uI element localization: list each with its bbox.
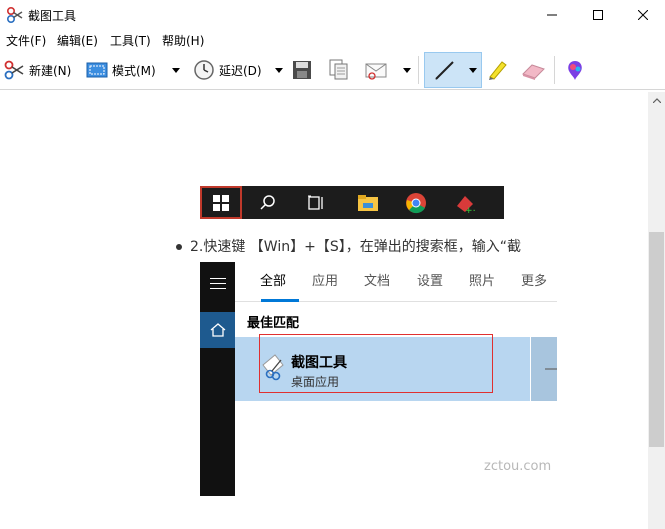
toolbar-divider bbox=[554, 56, 555, 84]
send-snip-button[interactable] bbox=[364, 56, 388, 84]
window-title: 截图工具 bbox=[28, 9, 77, 23]
minimize-icon bbox=[547, 14, 557, 16]
tab-more: 更多 bbox=[521, 274, 548, 289]
home-button bbox=[200, 312, 235, 348]
highlight-box bbox=[259, 334, 493, 393]
highlighter-button[interactable] bbox=[486, 56, 508, 84]
menu-help[interactable]: 帮助(H) bbox=[162, 32, 204, 49]
search-icon bbox=[260, 194, 275, 210]
mode-button[interactable]: 模式(M) bbox=[86, 56, 156, 84]
new-button[interactable]: 新建(N) bbox=[3, 56, 71, 84]
chevron-down-icon bbox=[172, 67, 180, 73]
delay-button-label: 延迟(D) bbox=[219, 63, 262, 78]
scroll-thumb[interactable] bbox=[649, 232, 664, 447]
close-icon bbox=[638, 10, 648, 20]
taskbar-task-view bbox=[296, 186, 336, 219]
taskbar-chrome bbox=[396, 186, 436, 219]
menu-bar: 文件(F) 编辑(E) 工具(T) 帮助(H) bbox=[0, 30, 665, 50]
tab-all: 全部 bbox=[260, 274, 287, 289]
home-icon bbox=[210, 323, 225, 337]
maximize-icon bbox=[593, 10, 603, 20]
captured-taskbar: ++ bbox=[200, 186, 504, 219]
scroll-up-button[interactable] bbox=[648, 92, 665, 109]
eraser-icon bbox=[522, 64, 545, 80]
eraser-button[interactable] bbox=[520, 56, 546, 84]
hamburger-icon bbox=[210, 278, 226, 290]
arrow-right-icon bbox=[545, 368, 557, 370]
windows-logo-icon bbox=[213, 194, 229, 211]
best-match-heading: 最佳匹配 bbox=[247, 316, 300, 331]
vertical-scrollbar[interactable] bbox=[648, 92, 665, 529]
new-snip-icon bbox=[4, 60, 24, 80]
chrome-icon bbox=[406, 192, 426, 213]
close-button[interactable] bbox=[620, 0, 665, 30]
chevron-down-icon[interactable] bbox=[469, 68, 477, 73]
active-tab-indicator bbox=[261, 299, 299, 302]
toolbar-divider bbox=[418, 56, 419, 84]
tab-photos: 照片 bbox=[469, 274, 496, 289]
envelope-icon bbox=[365, 63, 387, 80]
task-view-icon bbox=[308, 195, 323, 210]
copy-button[interactable] bbox=[329, 56, 349, 84]
instruction-text: 2.快速键 【Win】+【S】，在弹出的搜索框，输入“截 bbox=[176, 236, 571, 256]
delay-button[interactable]: 延迟(D) bbox=[193, 56, 262, 84]
delay-dropdown[interactable] bbox=[273, 56, 285, 84]
rectangle-mode-icon bbox=[86, 62, 108, 78]
title-bar: 截图工具 bbox=[0, 0, 665, 30]
pen-icon bbox=[435, 61, 454, 80]
paint3d-button[interactable] bbox=[565, 56, 585, 84]
tab-settings: 设置 bbox=[417, 274, 444, 289]
menu-file[interactable]: 文件(F) bbox=[6, 32, 46, 49]
save-icon bbox=[293, 61, 311, 79]
menu-edit[interactable]: 编辑(E) bbox=[57, 32, 98, 49]
copy-icon bbox=[329, 59, 348, 80]
taskbar-search bbox=[248, 186, 288, 219]
pen-button[interactable] bbox=[424, 52, 482, 88]
new-button-label: 新建(N) bbox=[29, 63, 72, 78]
start-button bbox=[200, 186, 242, 219]
menu-tools[interactable]: 工具(T) bbox=[110, 32, 151, 49]
chevron-up-icon bbox=[652, 98, 661, 103]
maximize-button[interactable] bbox=[575, 0, 621, 30]
send-dropdown[interactable] bbox=[401, 56, 413, 84]
bullet-icon bbox=[176, 244, 182, 250]
paint3d-icon bbox=[568, 61, 582, 80]
watermark-text: zctou.com bbox=[484, 459, 552, 474]
taskbar-explorer bbox=[348, 186, 388, 219]
app-icon: ++ bbox=[457, 195, 475, 214]
search-tabs: 全部 应用 文档 设置 照片 更多 bbox=[235, 262, 557, 302]
chevron-down-icon bbox=[403, 67, 411, 73]
tab-documents: 文档 bbox=[364, 274, 391, 289]
mode-button-label: 模式(M) bbox=[112, 63, 156, 78]
mode-dropdown[interactable] bbox=[170, 56, 182, 84]
search-sidebar bbox=[200, 262, 235, 496]
clock-icon bbox=[194, 60, 214, 80]
minimize-button[interactable] bbox=[529, 0, 575, 30]
save-button[interactable] bbox=[292, 56, 312, 84]
tab-apps: 应用 bbox=[312, 274, 339, 289]
instruction-text-content: 2.快速键 【Win】+【S】，在弹出的搜索框，输入“截 bbox=[190, 239, 521, 255]
chevron-down-icon bbox=[275, 67, 283, 73]
highlighter-icon bbox=[489, 61, 507, 80]
snipping-tool-icon bbox=[6, 6, 23, 24]
taskbar-app: ++ bbox=[444, 186, 484, 219]
result-open-arrow bbox=[531, 337, 557, 401]
svg-text:++: ++ bbox=[465, 206, 475, 214]
folder-icon bbox=[358, 194, 378, 211]
